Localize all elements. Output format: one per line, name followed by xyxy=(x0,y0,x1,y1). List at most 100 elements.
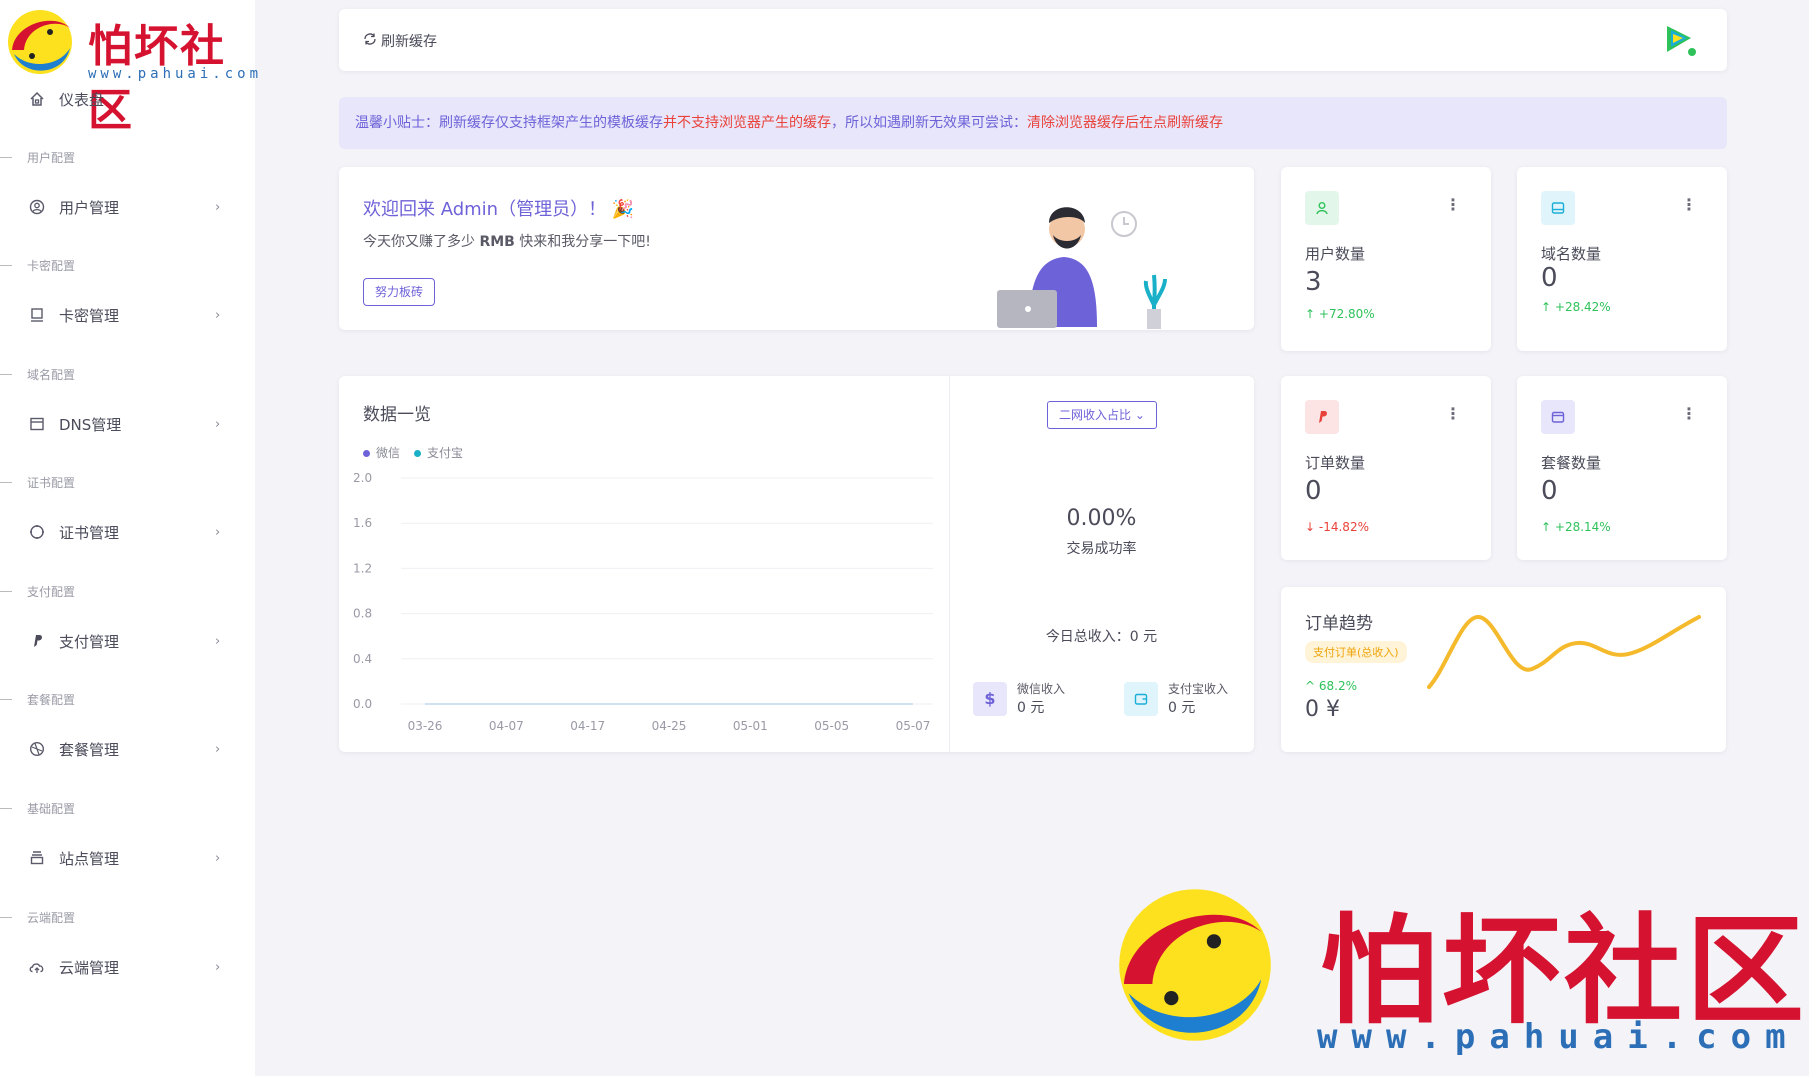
package-icon xyxy=(28,740,46,758)
sidebar-item-label: 仪表盘 xyxy=(59,90,105,109)
chevron-right-icon: › xyxy=(215,199,221,215)
sidebar-item-dns[interactable]: DNS管理 › xyxy=(0,404,255,444)
sidebar-item-label: 站点管理 xyxy=(59,849,120,868)
arrow-up-icon: ↑ xyxy=(1541,520,1552,534)
order-trend-value: 0 ¥ xyxy=(1305,697,1340,722)
x-tick-label: 04-25 xyxy=(652,719,687,733)
chevron-right-icon: › xyxy=(215,850,221,866)
data-overview-title: 数据一览 xyxy=(363,405,431,425)
tip-text-4: 清除浏览器缓存后在点刷新缓存 xyxy=(1027,115,1223,131)
logo[interactable]: 怕坏社区 www.pahuai.com xyxy=(4,4,258,136)
more-options-icon[interactable]: ⋮ xyxy=(1681,195,1697,214)
data-overview-card: 数据一览 微信 支付宝 2.0 1.6 1.2 0.8 0.4 0.0 03-26 04-07… xyxy=(339,376,1254,752)
play-logo-icon xyxy=(1667,26,1696,56)
tip-text-3: ，所以如遇刷新无效果可尝试： xyxy=(831,115,1027,131)
sidebar-item-dashboard[interactable]: 仪表盘 xyxy=(0,79,255,119)
sidebar-item-label: 卡密管理 xyxy=(59,306,120,325)
sidebar-item-user[interactable]: 用户管理 › xyxy=(0,187,255,227)
stat-delta: ↑ +28.14% xyxy=(1541,520,1611,534)
site-icon xyxy=(28,849,46,867)
section-title-card: 卡密配置 xyxy=(0,257,255,273)
sidebar-item-pay[interactable]: 支付管理 › xyxy=(0,621,255,661)
section-title-package: 套餐配置 xyxy=(0,691,255,707)
y-tick-label: 0.4 xyxy=(353,652,372,666)
sidebar-item-card[interactable]: 卡密管理 › xyxy=(0,295,255,335)
tip-text-1: 温馨小贴士：刷新缓存仅支持框架产生的模板缓存 xyxy=(355,115,663,131)
cloud-icon xyxy=(28,958,46,976)
person-laptop-illustration xyxy=(997,207,1167,329)
stat-card-packages: ⋮ 套餐数量 0 ↑ +28.14% xyxy=(1517,376,1727,560)
wallet-icon xyxy=(1541,400,1575,434)
x-tick-label: 04-07 xyxy=(489,719,524,733)
stat-label: 域名数量 xyxy=(1541,245,1602,263)
divider xyxy=(949,376,950,752)
welcome-title: 欢迎回来 Admin（管理员）！ 🎉 xyxy=(363,199,635,220)
stat-label: 套餐数量 xyxy=(1541,454,1602,472)
chevron-right-icon: › xyxy=(215,416,221,432)
dollar-icon: $ xyxy=(973,681,1007,716)
alipay-income-label: 支付宝收入 xyxy=(1168,682,1229,696)
wallet-icon xyxy=(1124,681,1158,716)
sidebar-item-site[interactable]: 站点管理 › xyxy=(0,838,255,878)
arrow-up-icon: ↑ xyxy=(1541,300,1552,314)
wechat-income-label: 微信收入 xyxy=(1017,682,1066,696)
x-tick-label: 04-17 xyxy=(570,719,605,733)
sidebar-item-cert[interactable]: 证书管理 › xyxy=(0,512,255,552)
y-tick-label: 2.0 xyxy=(353,471,372,485)
chevron-right-icon: › xyxy=(215,307,221,323)
section-title-base: 基础配置 xyxy=(0,800,255,816)
y-tick-label: 0.0 xyxy=(353,697,372,711)
sidebar-item-label: 用户管理 xyxy=(59,198,120,217)
section-title-domain: 域名配置 xyxy=(0,366,255,382)
fish-logo-icon xyxy=(8,10,72,74)
sidebar-item-label: DNS管理 xyxy=(59,415,122,434)
hdd-icon xyxy=(1541,191,1575,225)
refresh-cache-label: 刷新缓存 xyxy=(381,34,437,50)
section-title-cloud: 云端配置 xyxy=(0,909,255,925)
more-options-icon[interactable]: ⋮ xyxy=(1681,404,1697,423)
avatar[interactable] xyxy=(1661,20,1699,60)
x-tick-label: 05-07 xyxy=(896,719,931,733)
welcome-card: 欢迎回来 Admin（管理员）！ 🎉 今天你又赚了多少 RMB 快来和我分享一下… xyxy=(339,167,1254,330)
today-total-income: 今日总收入：0 元 xyxy=(1045,629,1158,645)
more-options-icon[interactable]: ⋮ xyxy=(1445,404,1461,423)
watermark-url: www.pahuai.com xyxy=(1317,1017,1800,1057)
stat-card-domains: ⋮ 域名数量 0 ↑ +28.42% xyxy=(1517,167,1727,351)
order-trend-title: 订单趋势 xyxy=(1305,614,1373,634)
chevron-right-icon: › xyxy=(215,959,221,975)
section-title-cert: 证书配置 xyxy=(0,474,255,490)
refresh-icon xyxy=(363,32,377,50)
legend-item-alipay[interactable]: 支付宝 xyxy=(414,444,463,461)
legend-item-wechat[interactable]: 微信 xyxy=(363,444,400,461)
home-icon xyxy=(28,90,46,108)
stat-value: 0 xyxy=(1305,476,1322,506)
sidebar-item-label: 套餐管理 xyxy=(59,740,120,759)
chevron-up-icon: ^ xyxy=(1305,679,1316,693)
stat-delta: ↑ +72.80% xyxy=(1305,307,1375,321)
sidebar-item-label: 证书管理 xyxy=(59,523,120,542)
work-button[interactable]: 努力板砖 xyxy=(363,278,435,306)
chevron-right-icon: › xyxy=(215,633,221,649)
y-tick-label: 1.6 xyxy=(353,516,372,530)
order-trend-delta: ^ 68.2% xyxy=(1305,679,1358,693)
watermark-fish-logo xyxy=(1119,889,1271,1041)
success-rate-label: 交易成功率 xyxy=(1066,541,1137,557)
stat-value: 0 xyxy=(1541,476,1558,506)
arrow-down-icon: ↓ xyxy=(1305,520,1316,534)
stat-card-orders: ⋮ 订单数量 0 ↓ -14.82% xyxy=(1281,376,1491,560)
wechat-income: $ 微信收入 0 元 xyxy=(973,680,1065,717)
sidebar-item-package[interactable]: 套餐管理 › xyxy=(0,729,255,769)
welcome-subtitle: 今天你又赚了多少 RMB 快来和我分享一下吧! xyxy=(363,234,651,250)
paypal-icon xyxy=(28,632,46,650)
sidebar-item-cloud[interactable]: 云端管理 › xyxy=(0,947,255,987)
refresh-cache-button[interactable]: 刷新缓存 xyxy=(363,31,437,51)
y-tick-label: 0.8 xyxy=(353,607,372,621)
stat-value: 3 xyxy=(1305,267,1322,297)
x-tick-label: 03-26 xyxy=(408,719,443,733)
sidebar-item-label: 支付管理 xyxy=(59,632,120,651)
income-ratio-select[interactable]: 二网收入占比 ⌄ xyxy=(1047,401,1157,429)
paypal-icon xyxy=(1305,400,1339,434)
more-options-icon[interactable]: ⋮ xyxy=(1445,195,1461,214)
order-trend-badge: 支付订单(总收入) xyxy=(1305,641,1407,663)
order-trend-card: 订单趋势 支付订单(总收入) ^ 68.2% 0 ¥ xyxy=(1281,587,1726,752)
